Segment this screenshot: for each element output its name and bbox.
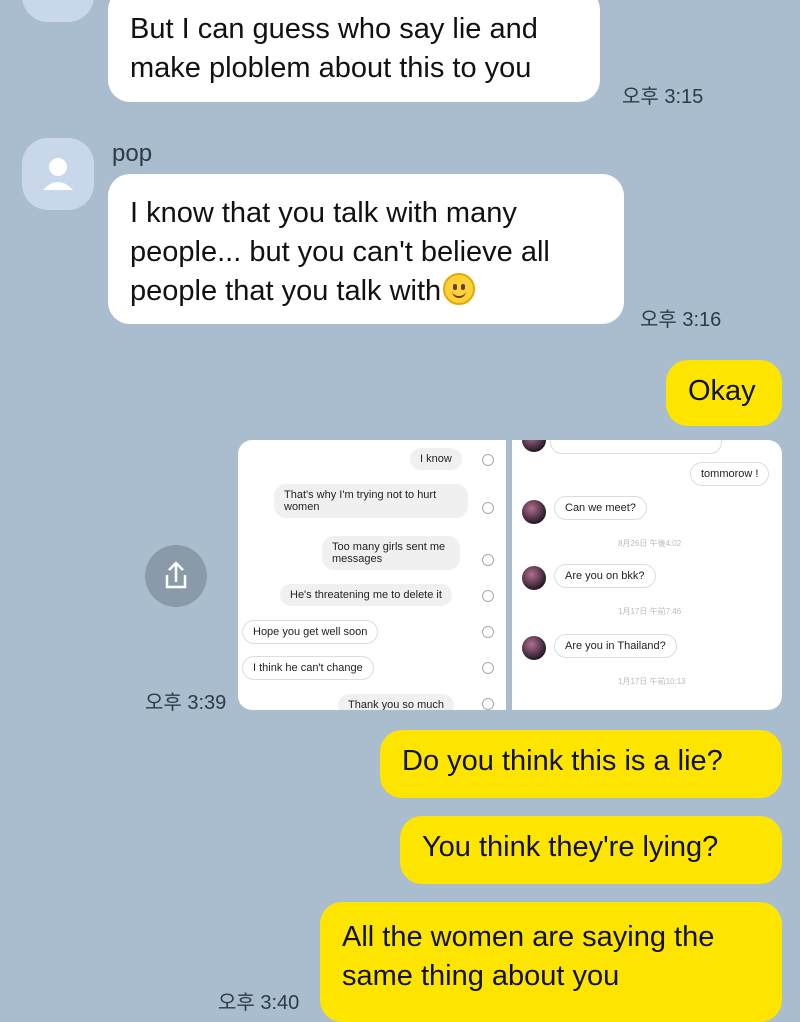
read-indicator-icon bbox=[482, 590, 494, 602]
mini-message: Are you in Thailand? bbox=[554, 634, 677, 658]
mini-message: tommorow ! bbox=[690, 462, 770, 486]
mini-timestamp: 8月26日 午後4:02 bbox=[618, 539, 682, 548]
mini-timestamp: 1月17日 午前10:13 bbox=[618, 677, 686, 686]
message-text: Okay bbox=[688, 375, 756, 407]
message-time: 오후 3:16 bbox=[640, 309, 722, 331]
shared-screenshot-image[interactable]: I know That's why I'm trying not to hurt… bbox=[238, 440, 782, 710]
message-text: I know that you talk with many people...… bbox=[130, 197, 550, 307]
outgoing-message-okay[interactable]: Okay bbox=[666, 360, 782, 426]
message-time: 오후 3:15 bbox=[622, 86, 704, 108]
contact-avatar bbox=[522, 636, 546, 660]
message-time: 오후 3:39 bbox=[145, 692, 227, 714]
read-indicator-icon bbox=[482, 454, 494, 466]
read-indicator-icon bbox=[482, 662, 494, 674]
sender-avatar-partial[interactable] bbox=[22, 0, 94, 22]
outgoing-message-lying[interactable]: You think they're lying? bbox=[400, 816, 782, 884]
mini-message: Are you on bkk? bbox=[554, 564, 656, 588]
mini-message: He's threatening me to delete it bbox=[280, 584, 452, 606]
person-silhouette-icon bbox=[43, 158, 73, 190]
mini-timestamp: 1月17日 午前7:46 bbox=[618, 607, 682, 616]
incoming-message-2[interactable]: I know that you talk with many people...… bbox=[108, 174, 624, 324]
share-button[interactable] bbox=[145, 545, 207, 607]
mini-message bbox=[550, 440, 722, 454]
message-text: You think they're lying? bbox=[422, 831, 719, 863]
read-indicator-icon bbox=[482, 626, 494, 638]
sender-name: pop bbox=[112, 140, 153, 167]
mini-message: Thank you so much bbox=[338, 694, 454, 710]
message-time: 오후 3:40 bbox=[218, 992, 300, 1014]
message-text: But I can guess who say lie and make plo… bbox=[130, 13, 538, 84]
read-indicator-icon bbox=[482, 502, 494, 514]
outgoing-message-women[interactable]: All the women are saying the same thing … bbox=[320, 902, 782, 1022]
incoming-message-1[interactable]: But I can guess who say lie and make plo… bbox=[108, 0, 600, 102]
mini-message: Can we meet? bbox=[554, 496, 647, 520]
smiling-face-emoji-icon bbox=[443, 273, 476, 305]
mini-message: Too many girls sent me messages bbox=[322, 536, 460, 570]
contact-avatar bbox=[522, 500, 546, 524]
mini-message: That's why I'm trying not to hurt women bbox=[274, 484, 468, 518]
contact-avatar bbox=[522, 440, 546, 452]
read-indicator-icon bbox=[482, 698, 494, 710]
mini-message: I think he can't change bbox=[242, 656, 374, 680]
mini-message: I know bbox=[410, 448, 462, 470]
read-indicator-icon bbox=[482, 554, 494, 566]
image-divider bbox=[506, 440, 512, 710]
outgoing-message-lie[interactable]: Do you think this is a lie? bbox=[380, 730, 782, 798]
mini-message: Hope you get well soon bbox=[242, 620, 379, 644]
contact-avatar bbox=[522, 566, 546, 590]
message-text: Do you think this is a lie? bbox=[402, 745, 723, 777]
share-upload-icon bbox=[165, 561, 187, 589]
sender-avatar[interactable] bbox=[22, 138, 94, 210]
message-text: All the women are saying the same thing … bbox=[342, 921, 715, 992]
